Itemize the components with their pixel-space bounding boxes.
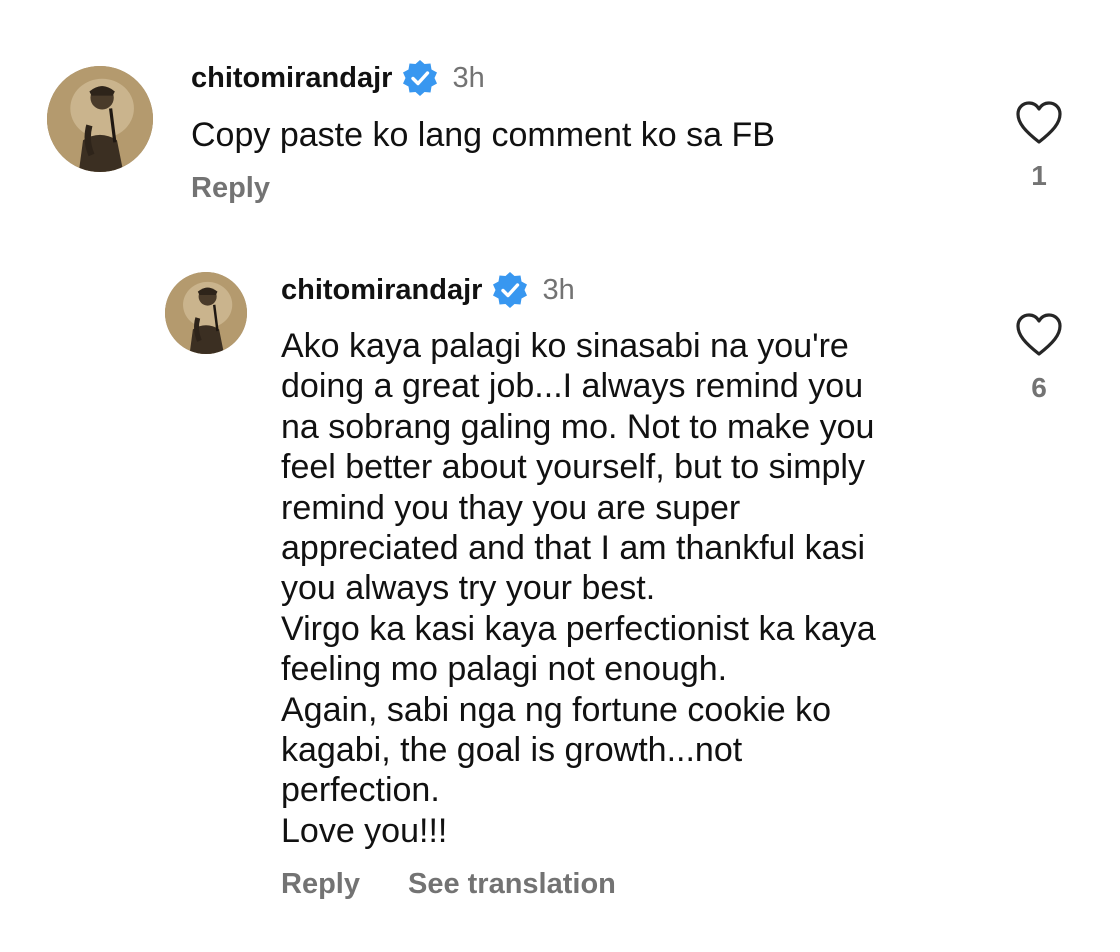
comment-like: 1 <box>1009 100 1069 192</box>
heart-icon[interactable] <box>1015 312 1063 358</box>
reply-text-line: Ako kaya palagi ko sinasabi na you're <box>281 327 849 365</box>
heart-icon[interactable] <box>1015 100 1063 146</box>
reply-button[interactable]: Reply <box>281 868 360 901</box>
reply-text-line: kagabi, the goal is growth...not <box>281 731 743 770</box>
see-translation-button[interactable]: See translation <box>408 868 616 901</box>
comment-actions: Reply <box>191 168 270 208</box>
like-count: 6 <box>1031 372 1047 403</box>
reply-text-line: Again, sabi nga ng fortune cookie ko <box>281 690 832 729</box>
reply-text-line: feeling mo palagi not enough. <box>281 650 728 689</box>
profile-photo-icon <box>47 66 153 172</box>
profile-photo-icon <box>165 272 247 354</box>
reply-text-line: feel better about yourself, but to simpl… <box>281 448 865 487</box>
comment-header: chitomirandajr 3h <box>191 58 485 98</box>
reply-text-line: doing a great job...I always remind you <box>281 367 864 406</box>
reply-button[interactable]: Reply <box>191 172 270 205</box>
reply-avatar[interactable] <box>165 272 247 354</box>
reply-text-line: you always try your best. <box>281 569 656 608</box>
comment-username[interactable]: chitomirandajr <box>191 62 392 95</box>
reply-timestamp: 3h <box>542 273 575 306</box>
comment-avatar[interactable] <box>47 66 153 172</box>
like-count: 1 <box>1031 160 1047 191</box>
reply-header: chitomirandajr 3h <box>281 270 575 310</box>
reply-like: 6 <box>1009 312 1069 404</box>
reply-actions: Reply See translation <box>281 864 616 904</box>
verified-badge-icon <box>490 270 530 310</box>
reply-username[interactable]: chitomirandajr <box>281 274 482 307</box>
reply-text: Ako kaya palagi ko sinasabi na you're do… <box>281 326 876 851</box>
reply-text-line: Virgo ka kasi kaya perfectionist ka kaya <box>281 609 876 648</box>
reply-text-line: perfection. <box>281 771 440 810</box>
reply-text-line: na sobrang galing mo. Not to make you <box>281 407 875 446</box>
reply-text-line: appreciated and that I am thankful kasi <box>281 529 866 568</box>
reply-text-line: Love you!!! <box>281 811 448 850</box>
verified-badge-icon <box>400 58 440 98</box>
reply-text-line: remind you thay you are super <box>281 488 741 527</box>
comment-timestamp: 3h <box>452 61 485 94</box>
comment-text: Copy paste ko lang comment ko sa FB <box>191 116 775 154</box>
